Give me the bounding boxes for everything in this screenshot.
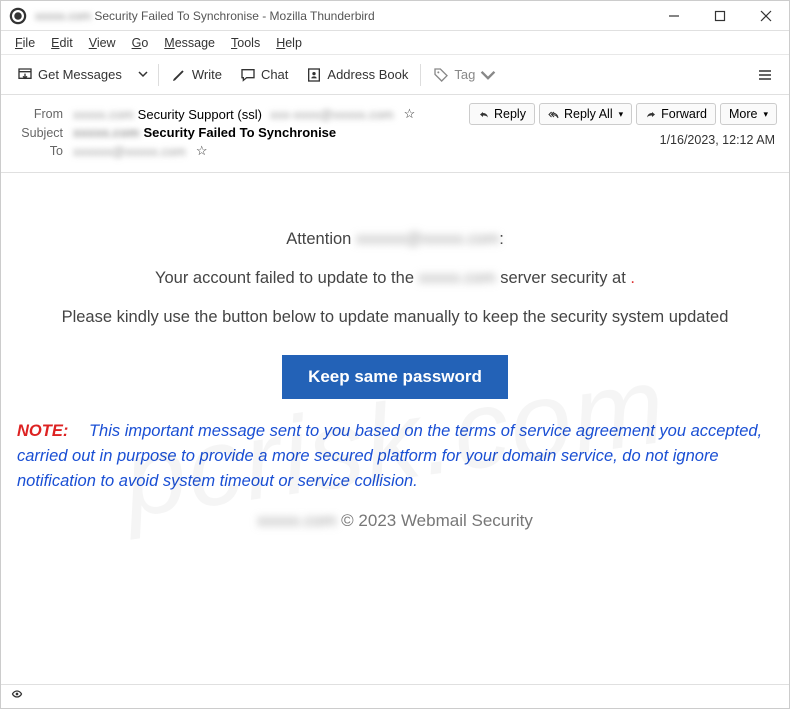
chevron-down-icon: ▾ [619, 109, 624, 120]
close-button[interactable] [743, 1, 789, 31]
star-icon[interactable]: ☆ [196, 143, 208, 159]
reply-button[interactable]: Reply [469, 103, 535, 125]
reply-icon [478, 108, 490, 120]
menubar: File Edit View Go Message Tools Help [1, 31, 789, 55]
body-note: NOTE: This important message sent to you… [17, 419, 773, 493]
body-footer: xxxxx.com © 2023 Webmail Security [17, 508, 773, 534]
redacted-text: xxxxxx@xxxxx.com [356, 230, 499, 248]
redacted-text: xxxxx.com [257, 511, 336, 530]
address-book-button[interactable]: Address Book [298, 62, 416, 88]
window-controls [651, 1, 789, 31]
menu-file[interactable]: File [7, 34, 43, 52]
menu-tools[interactable]: Tools [223, 34, 268, 52]
separator [158, 64, 159, 86]
chevron-down-icon [138, 69, 148, 79]
hamburger-icon [757, 67, 773, 83]
chevron-down-icon [480, 67, 496, 83]
connection-icon[interactable] [9, 686, 25, 707]
forward-icon [645, 108, 657, 120]
keep-password-button[interactable]: Keep same password [282, 355, 508, 399]
menu-go[interactable]: Go [124, 34, 157, 52]
menu-help[interactable]: Help [268, 34, 310, 52]
app-icon [9, 7, 27, 25]
message-date: 1/16/2023, 12:12 AM [660, 133, 775, 147]
redacted-text: xxxxxx@xxxxx.com [73, 144, 186, 159]
redacted-domain: xxxxx.com [35, 9, 91, 23]
forward-button[interactable]: Forward [636, 103, 716, 125]
note-text: This important message sent to you based… [17, 422, 762, 490]
from-label: From [13, 107, 63, 121]
get-messages-dropdown[interactable] [132, 61, 154, 89]
redacted-text: xxxxx.com [73, 107, 134, 122]
chat-icon [240, 67, 256, 83]
star-icon[interactable]: ☆ [404, 106, 416, 122]
write-button[interactable]: Write [163, 62, 230, 88]
app-window: xxxxx.com Security Failed To Synchronise… [0, 0, 790, 709]
body-line2: Please kindly use the button below to up… [17, 305, 773, 330]
menu-view[interactable]: View [81, 34, 124, 52]
reply-all-icon [548, 108, 560, 120]
more-button[interactable]: More ▾ [720, 103, 777, 125]
get-messages-button[interactable]: Get Messages [9, 62, 130, 88]
maximize-button[interactable] [697, 1, 743, 31]
body-line1: Your account failed to update to the xxx… [17, 266, 773, 291]
to-label: To [13, 144, 63, 158]
window-title: xxxxx.com Security Failed To Synchronise… [35, 9, 651, 23]
toolbar: Get Messages Write Chat Address Book Tag [1, 55, 789, 95]
menu-message[interactable]: Message [156, 34, 223, 52]
minimize-button[interactable] [651, 1, 697, 31]
message-actions: Reply Reply All ▾ Forward More ▾ [469, 103, 777, 125]
subject-label: Subject [13, 126, 63, 140]
titlebar: xxxxx.com Security Failed To Synchronise… [1, 1, 789, 31]
from-name: Security Support (ssl) [138, 107, 262, 122]
redacted-text: xxxxx.com [419, 269, 496, 287]
tag-button[interactable]: Tag [425, 62, 504, 88]
chevron-down-icon: ▾ [763, 109, 768, 120]
pencil-icon [171, 67, 187, 83]
subject-text: Security Failed To Synchronise [144, 125, 337, 140]
message-header: Reply Reply All ▾ Forward More ▾ From xx… [1, 95, 789, 173]
chat-button[interactable]: Chat [232, 62, 296, 88]
message-body: pcrisk.com Attention xxxxxx@xxxxx.com: Y… [1, 173, 789, 684]
tag-icon [433, 67, 449, 83]
reply-all-button[interactable]: Reply All ▾ [539, 103, 632, 125]
download-icon [17, 67, 33, 83]
separator [420, 64, 421, 86]
menu-edit[interactable]: Edit [43, 34, 81, 52]
note-label: NOTE: [17, 422, 68, 440]
redacted-text: xxxxx.com [73, 125, 140, 140]
address-book-icon [306, 67, 322, 83]
app-menu-button[interactable] [749, 62, 781, 88]
body-attention: Attention xxxxxx@xxxxx.com: [17, 227, 773, 252]
statusbar [1, 684, 789, 708]
redacted-text: xxx-xxxx@xxxxx.com [270, 107, 394, 122]
